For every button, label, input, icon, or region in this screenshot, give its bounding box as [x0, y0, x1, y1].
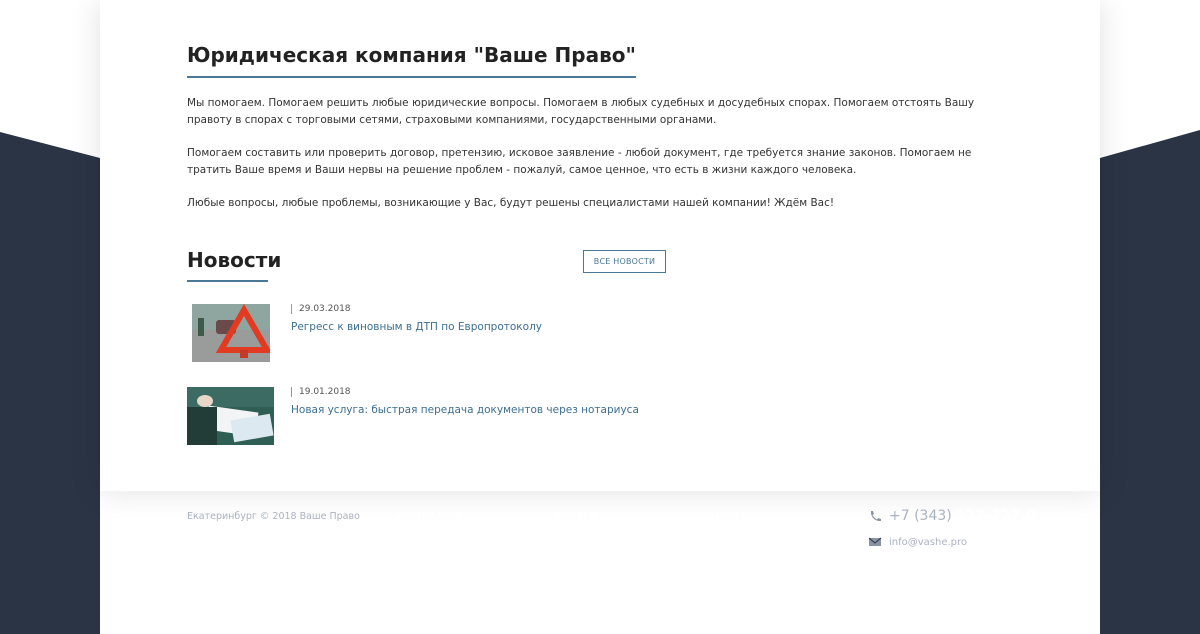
footer-menu-information[interactable]: ИНФОРМАЦИЯ: [711, 533, 792, 544]
footer: Екатеринбург © 2018 Ваше Право Разработк…: [100, 491, 1100, 634]
developer-prefix: Разработка сайта —: [187, 573, 301, 584]
footer-menu-won-cases[interactable]: ВЫИГРАННЫЕ ДЕЛА: [554, 533, 665, 544]
news-item: 29.03.2018 Регресс к виновным в ДТП по Е…: [187, 304, 887, 364]
phone-number: 227-227-0: [955, 508, 1036, 524]
footer-email[interactable]: info@vashe.pro: [868, 536, 967, 548]
phone-code: +7 (343): [889, 508, 952, 524]
copyright: Екатеринбург © 2018 Ваше Право: [187, 511, 360, 522]
main-content: Юридическая компания "Ваше Право" Мы пом…: [100, 0, 1100, 491]
news-date: 29.03.2018: [291, 304, 351, 314]
phone-icon: [870, 511, 881, 522]
news-link[interactable]: Новая услуга: быстрая передача документо…: [291, 404, 639, 416]
news-item: 19.01.2018 Новая услуга: быстрая передач…: [187, 387, 887, 447]
email-address: info@vashe.pro: [889, 536, 968, 548]
developer-link[interactable]: Формула Продаж: [301, 573, 399, 584]
developer-credit: Разработка сайта — Формула Продаж: [187, 573, 399, 584]
all-news-button[interactable]: ВСЕ НОВОСТИ: [583, 250, 666, 273]
company-paragraph-1: Мы помогаем. Помогаем решить любые юриди…: [187, 97, 975, 126]
footer-menu-promotions[interactable]: АКЦИИ: [396, 533, 436, 544]
envelope-icon: [868, 537, 882, 546]
company-paragraph-3: Любые вопросы, любые проблемы, возникающ…: [187, 197, 835, 209]
footer-menu-company[interactable]: КОМПАНИЯ: [396, 511, 460, 522]
footer-menu-contacts[interactable]: КОНТАКТЫ: [396, 555, 458, 566]
documents-thumbnail[interactable]: [187, 387, 274, 445]
company-heading: Юридическая компания "Ваше Право": [187, 43, 636, 78]
news-title: Новости: [187, 248, 281, 282]
footer-menu-services[interactable]: УСЛУГИ: [554, 511, 598, 522]
road-accident-thumbnail[interactable]: [192, 304, 270, 362]
news-date: 19.01.2018: [291, 387, 351, 397]
footer-phone[interactable]: +7 (343) 227-227-0: [868, 508, 1036, 524]
company-paragraph-2: Помогаем составить или проверить договор…: [187, 147, 972, 176]
news-link[interactable]: Регресс к виновным в ДТП по Европротокол…: [291, 321, 542, 333]
footer-menu-prices[interactable]: ЦЕНЫ: [711, 511, 744, 522]
